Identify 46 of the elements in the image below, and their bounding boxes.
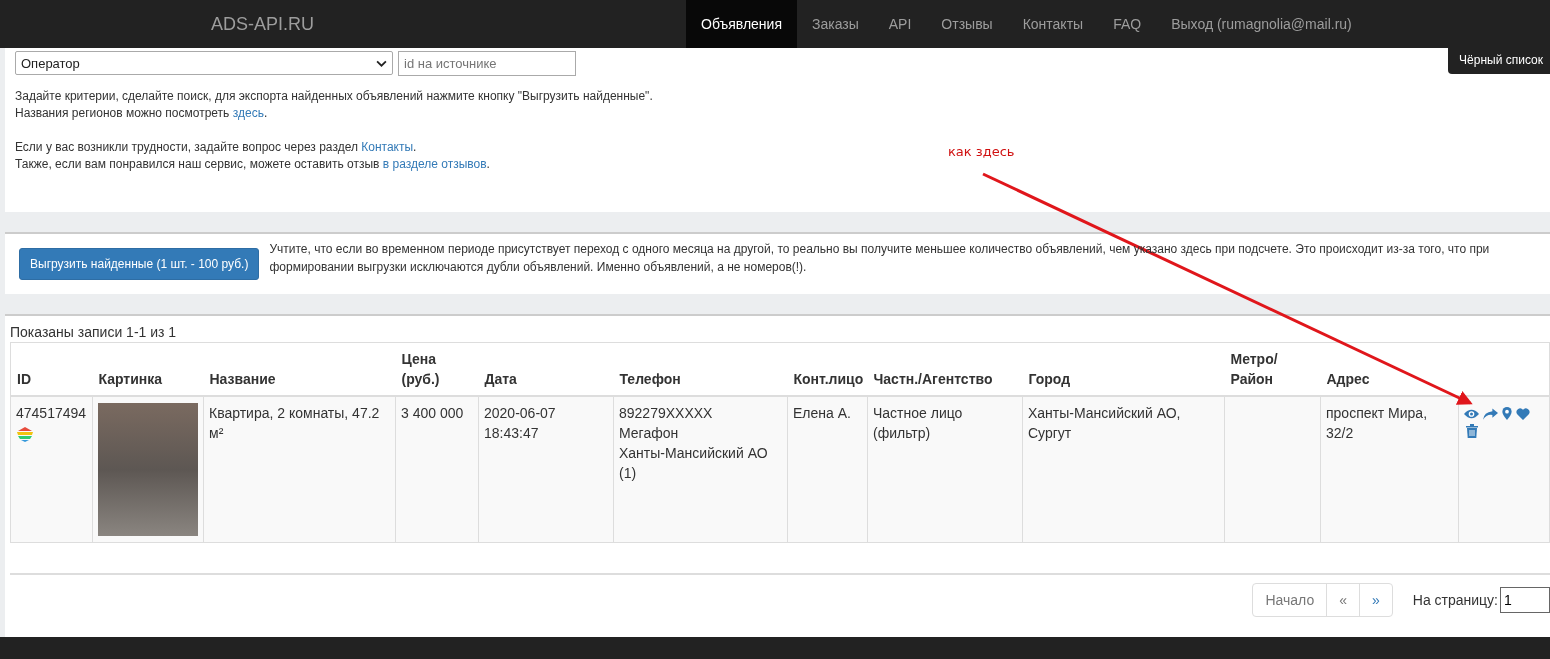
colorful-logo-icon: [16, 426, 34, 442]
source-id-field[interactable]: id на источнике: [398, 51, 576, 76]
table-cell-text: 2020-06-07: [484, 404, 557, 423]
table-cell-text: Ханты-Мансийский АО: [619, 444, 769, 463]
table-cell-text: Квартира, 2 комнаты, 47.2 м²: [209, 404, 381, 443]
table-cell-text: (1): [619, 464, 638, 483]
table-cell-text: 32/2: [1326, 424, 1355, 443]
chevron-down-icon: [376, 59, 387, 67]
table-cell-text: Частное лицо: [873, 404, 964, 423]
export-button[interactable]: Выгрузить найденные (1 шт. - 100 руб.): [19, 248, 260, 280]
nav-link[interactable]: API: [873, 0, 927, 48]
info-text: Если у вас возникли трудности, задайте вопрос через раздел Контакты.: [15, 139, 417, 156]
share-arrow-icon[interactable]: [1483, 407, 1498, 420]
nav-link[interactable]: Заказы: [797, 0, 874, 48]
table-cell-text: проспект Мира,: [1326, 404, 1429, 423]
info-text: Названия регионов можно посмотреть здесь.: [15, 105, 268, 122]
table-cell-text: Мегафон: [619, 424, 680, 443]
table-cell-text: 892279XXXXX: [619, 404, 714, 423]
blacklist-button[interactable]: Чёрный список: [1448, 48, 1550, 74]
nav-link[interactable]: Отзывы: [926, 0, 1008, 48]
table-cell-text: 474517494: [16, 404, 87, 423]
nav-link[interactable]: Выход (rumagnolia@mail.ru): [1156, 0, 1367, 48]
table-cell-text: (фильтр): [873, 424, 932, 443]
eye-icon[interactable]: [1464, 407, 1479, 420]
table-cell-text: Сургут: [1028, 424, 1073, 443]
map-pin-icon[interactable]: [1502, 407, 1512, 420]
pagination-link[interactable]: »: [1358, 584, 1392, 616]
nav-link[interactable]: Контакты: [1007, 0, 1099, 48]
site-logo[interactable]: ADS-API.RU: [211, 0, 686, 48]
heart-icon[interactable]: [1516, 407, 1530, 420]
nav-link[interactable]: FAQ: [1098, 0, 1157, 48]
table-cell-text: 18:43:47: [484, 424, 540, 443]
info-text: Задайте критерии, сделайте поиск, для экспорта найденных объявлений нажмите кнопку "Выгрузить найденные".: [15, 88, 653, 105]
operator-select[interactable]: Оператор: [15, 51, 393, 75]
info-text: Также, если вам понравился наш сервис, можете оставить отзыв в разделе отзывов.: [15, 156, 490, 173]
table-cell-text: Ханты-Мансийский АО,: [1028, 404, 1182, 423]
table-cell-text: 3 400 000: [401, 404, 465, 423]
trash-icon[interactable]: [1466, 424, 1478, 438]
annotation-text: как здесь: [948, 144, 1015, 159]
text-link[interactable]: здесь: [232, 106, 264, 120]
table-cell-text: Елена А.: [793, 404, 852, 423]
text-link[interactable]: в разделе отзывов: [382, 157, 487, 171]
page-number-field[interactable]: 1: [1500, 587, 1550, 613]
page-label: На страницу:: [1412, 592, 1498, 608]
nav-link[interactable]: Объявления: [686, 0, 797, 48]
results-summary: Показаны записи 1-1 из 1: [10, 324, 178, 340]
